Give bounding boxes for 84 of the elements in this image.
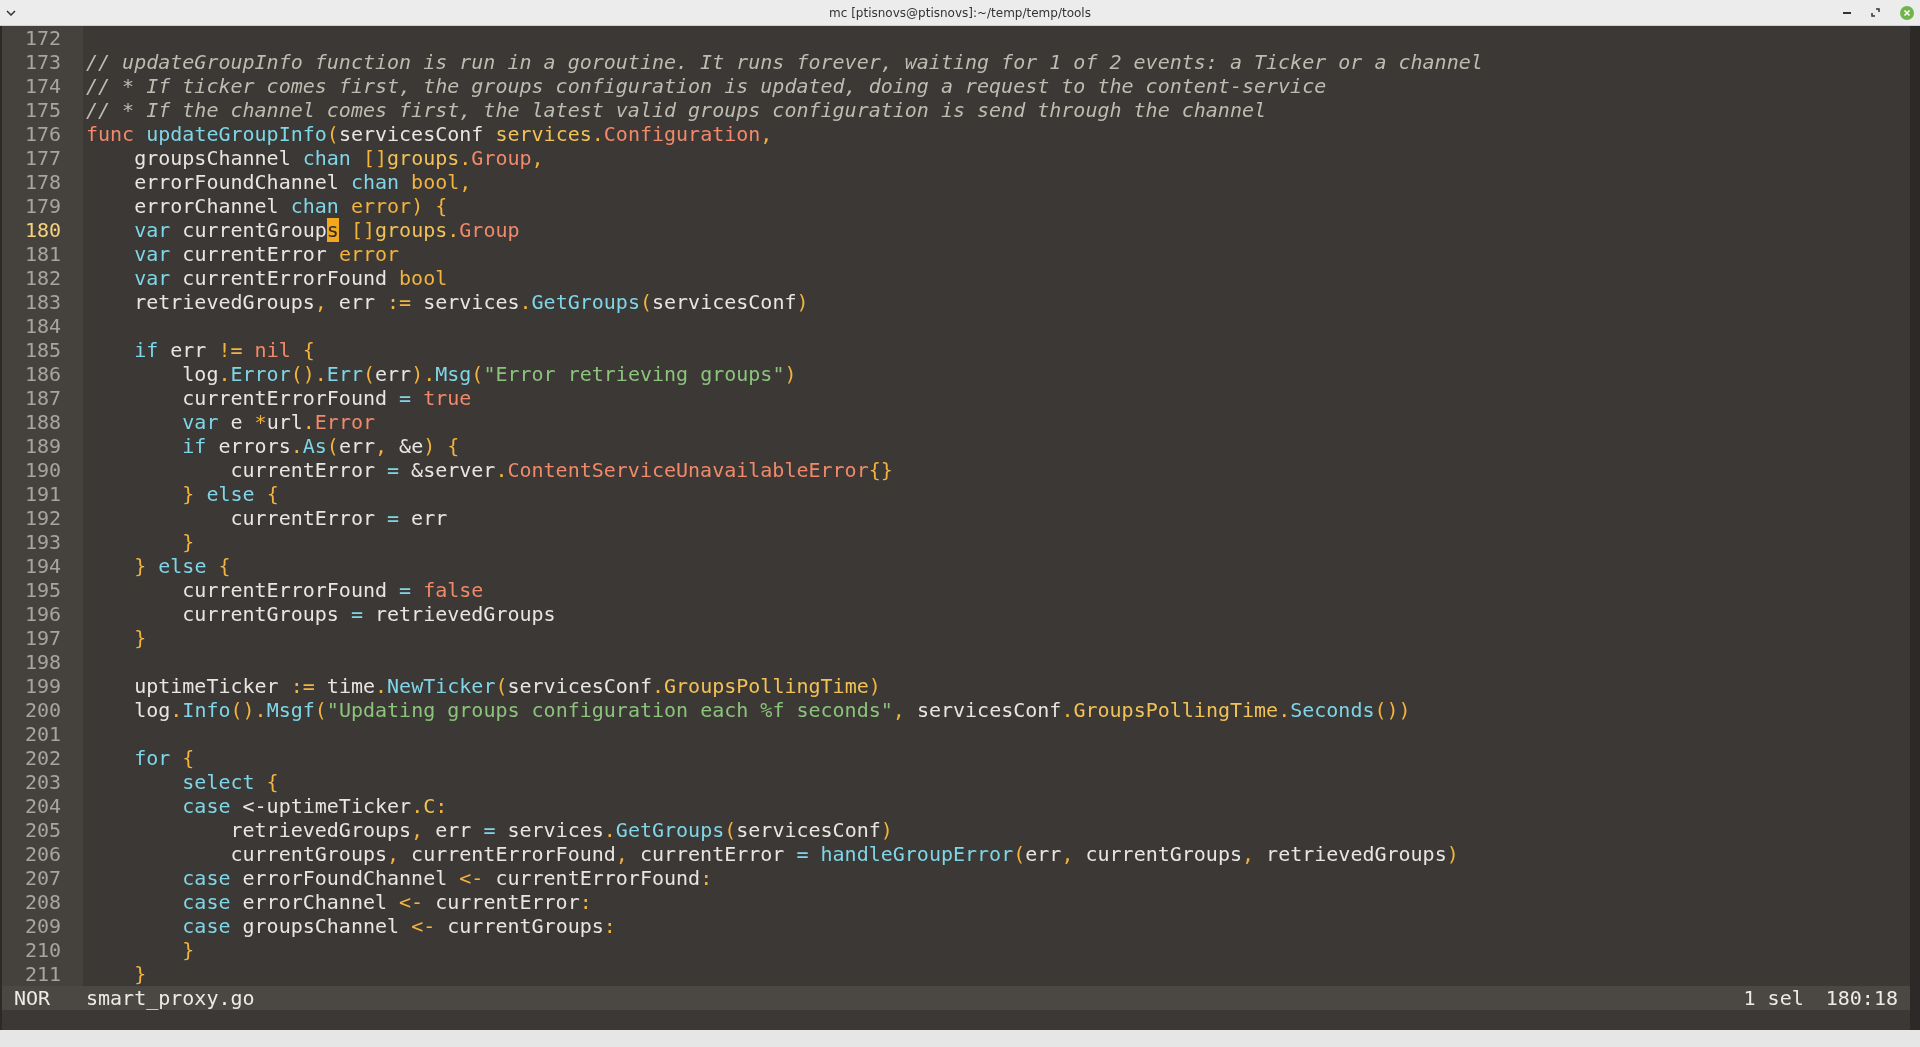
line-number: 179 [2,194,83,218]
line-number: 189 [2,434,83,458]
line-number: 193 [2,530,83,554]
selection-count: 1 sel [1743,986,1804,1010]
line-number: 203 [2,770,83,794]
line-number: 211 [2,962,83,986]
line-number: 176 [2,122,83,146]
maximize-icon[interactable] [1871,8,1880,17]
code-line: func updateGroupInfo(servicesConf services.Configuration, [85,122,773,146]
line-number: 173 [2,50,83,74]
line-number: 200 [2,698,83,722]
code-line: var e *url.Error [181,410,375,434]
code-line: // updateGroupInfo function is run in a goroutine. It runs forever, waiting for 1 of 2 events: a Ticker or a channel [85,50,1483,74]
line-number: 186 [2,362,83,386]
line-number: 174 [2,74,83,98]
code-line: currentErrorFound = true [181,386,472,410]
code-line: currentError = &server.ContentServiceUnavailableError{} [229,458,893,482]
mode-indicator: NOR [13,986,52,1010]
line-number: 180 [2,218,83,242]
line-number: 185 [2,338,83,362]
code-line: currentErrorFound = false [181,578,484,602]
line-number: 208 [2,890,83,914]
line-number: 202 [2,746,83,770]
line-number: 191 [2,482,83,506]
code-line: groupsChannel chan []groups.Group, [133,146,544,170]
code-line: case <-uptimeTicker.C: [181,794,448,818]
line-number: 181 [2,242,83,266]
code-line: } else { [181,482,279,506]
code-line: var currentGroups []groups.Group [133,218,520,242]
code-line: } [133,962,147,986]
line-number: 204 [2,794,83,818]
file-name: smart_proxy.go [86,986,255,1010]
code-line: currentGroups, currentErrorFound, currentError = handleGroupError(err, currentGroups, retrievedGroups) [229,842,1459,866]
line-number: 194 [2,554,83,578]
line-number: 196 [2,602,83,626]
line-number: 178 [2,170,83,194]
code-line: var currentErrorFound bool [133,266,448,290]
code-line: } [181,938,195,962]
code-line: errorFoundChannel chan bool, [133,170,472,194]
code-line: retrievedGroups, err = services.GetGroups(servicesConf) [229,818,893,842]
caret-down-icon[interactable] [6,9,16,16]
code-line: if errors.As(err, &e) { [181,434,460,458]
line-number: 192 [2,506,83,530]
window-title: mc [ptisnovs@ptisnovs]:~/temp/temp/tools [829,5,1091,20]
line-number: 183 [2,290,83,314]
line-number: 184 [2,314,83,338]
line-number: 205 [2,818,83,842]
code-line: errorChannel chan error) { [133,194,448,218]
code-line: currentError = err [229,506,448,530]
line-number: 182 [2,266,83,290]
code-line: case groupsChannel <- currentGroups: [181,914,616,938]
code-line: } [133,626,147,650]
code-line: // * If ticker comes first, the groups configuration is updated, doing a request to the content-service [85,74,1327,98]
line-number: 190 [2,458,83,482]
code-line: retrievedGroups, err := services.GetGroups(servicesConf) [133,290,809,314]
code-line: if err != nil { [133,338,315,362]
line-number: 210 [2,938,83,962]
code-line: for { [133,746,195,770]
code-line: // * If the channel comes first, the latest valid groups configuration is send through the channel [85,98,1267,122]
line-number: 175 [2,98,83,122]
line-number: 188 [2,410,83,434]
line-number: 201 [2,722,83,746]
code-line: case errorFoundChannel <- currentErrorFound: [181,866,713,890]
code-line: currentGroups = retrievedGroups [181,602,556,626]
line-number: 177 [2,146,83,170]
line-number: 195 [2,578,83,602]
code-line: } [181,530,195,554]
line-number: 209 [2,914,83,938]
line-number: 187 [2,386,83,410]
line-number: 198 [2,650,83,674]
minimize-icon[interactable] [1843,11,1851,14]
code-line: var currentError error [133,242,400,266]
code-line: log.Error().Err(err).Msg("Error retrieving groups") [181,362,797,386]
code-line: } else { [133,554,231,578]
line-number: 172 [2,26,83,50]
line-number: 199 [2,674,83,698]
line-number: 207 [2,866,83,890]
code-line: log.Info().Msgf("Updating groups configuration each %f seconds", servicesConf.GroupsPollingTime.Seconds()) [133,698,1411,722]
code-line: uptimeTicker := time.NewTicker(servicesConf.GroupsPollingTime) [133,674,881,698]
line-number: 206 [2,842,83,866]
cursor-position: 180:18 [1825,986,1898,1010]
code-line: select { [181,770,279,794]
code-line: case errorChannel <- currentError: [181,890,592,914]
line-number: 197 [2,626,83,650]
